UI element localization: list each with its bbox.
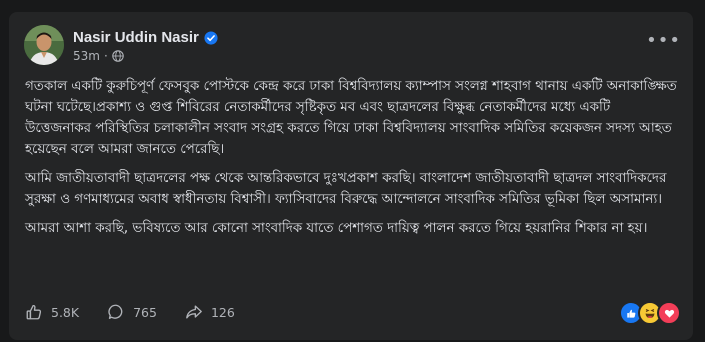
like-button[interactable]: 5.8K <box>25 303 79 321</box>
share-button[interactable]: 126 <box>185 303 235 321</box>
author-name[interactable]: Nasir Uddin Nasir <box>73 29 199 46</box>
share-icon <box>186 305 202 319</box>
post-paragraph: আমি জাতীয়তাবাদী ছাত্রদলের পক্ষ থেকে আন্… <box>25 171 667 207</box>
post-footer: 5.8K 765 126 <box>25 301 681 325</box>
love-reaction-icon <box>657 301 681 325</box>
comment-button[interactable]: 765 <box>107 303 157 321</box>
like-icon <box>26 304 42 320</box>
verified-badge-icon <box>204 30 218 45</box>
post-meta: 53m · <box>73 49 124 63</box>
like-count: 5.8K <box>51 304 80 320</box>
avatar-photo-icon <box>24 25 64 65</box>
post-paragraph: গতকাল একটি কুরুচিপূর্ণ ফেসবুক পোস্টকে কে… <box>25 79 677 157</box>
comment-icon <box>108 304 123 319</box>
share-count: 126 <box>210 304 235 320</box>
post-paragraph: আমরা আশা করছি, ভবিষ্যতে আর কোনো সাংবাদিক… <box>25 221 648 236</box>
post-time[interactable]: 53m <box>73 49 100 63</box>
author-avatar[interactable] <box>24 25 64 65</box>
author-row: Nasir Uddin Nasir <box>73 29 218 46</box>
post-body: গতকাল একটি কুরুচিপূর্ণ ফেসবুক পোস্টকে কে… <box>25 76 680 247</box>
globe-icon[interactable] <box>112 50 124 62</box>
post-card: Nasir Uddin Nasir 53m · ••• গতকাল একটি ক… <box>9 12 693 340</box>
meta-separator: · <box>103 49 108 63</box>
comment-count: 765 <box>133 304 157 320</box>
more-options-icon[interactable]: ••• <box>646 32 681 50</box>
reaction-summary[interactable] <box>619 301 681 325</box>
